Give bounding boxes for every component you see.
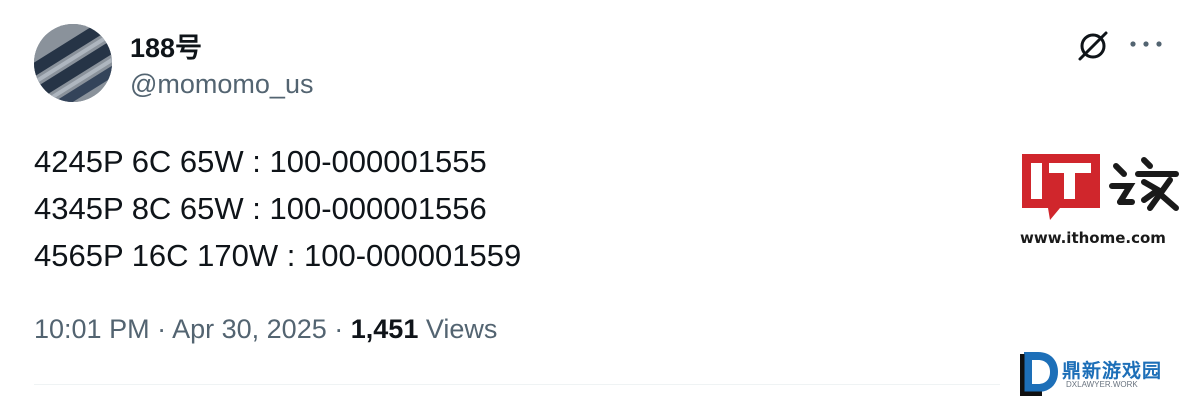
dx-title: 鼎新游戏园 xyxy=(1062,361,1163,382)
dx-logo-icon xyxy=(1019,352,1058,397)
tweet-line: 4345P 8C 65W : 100-000001556 xyxy=(34,191,487,226)
tweet-text: 4245P 6C 65W : 100-000001555 4345P 8C 65… xyxy=(34,138,994,279)
author-handle[interactable]: @momomo_us xyxy=(130,69,313,100)
author-name[interactable]: 188号 xyxy=(130,26,202,65)
tweet-line: 4565P 16C 170W : 100-000001559 xyxy=(34,238,522,273)
tweet-line: 4245P 6C 65W : 100-000001555 xyxy=(34,144,487,179)
avatar-image xyxy=(34,24,112,102)
dx-subtitle: DXLAWYER.WORK xyxy=(1066,380,1138,389)
views-label: Views xyxy=(425,314,498,344)
avatar[interactable] xyxy=(34,24,112,102)
meta-separator: · xyxy=(157,314,167,344)
more-icon[interactable] xyxy=(1128,34,1164,54)
dx-watermark: 鼎新游戏园 DXLAWYER.WORK xyxy=(1019,348,1190,398)
views-count: 1,451 xyxy=(350,314,419,344)
tweet-card: 188号 @momomo_us 4245P 6C 65W : 100-00000… xyxy=(0,0,1200,400)
tweet-metadata: 10:01 PM · Apr 30, 2025 · 1,451 Views xyxy=(34,314,497,345)
grok-icon[interactable] xyxy=(1075,28,1111,64)
tweet-time[interactable]: 10:01 PM xyxy=(34,314,150,344)
ithome-watermark: www.ithome.com xyxy=(1020,152,1185,252)
ithome-logo xyxy=(1022,154,1179,220)
meta-separator: · xyxy=(334,314,344,344)
divider xyxy=(34,384,1000,385)
ithome-url: www.ithome.com xyxy=(1020,229,1166,247)
tweet-date[interactable]: Apr 30, 2025 xyxy=(172,314,327,344)
